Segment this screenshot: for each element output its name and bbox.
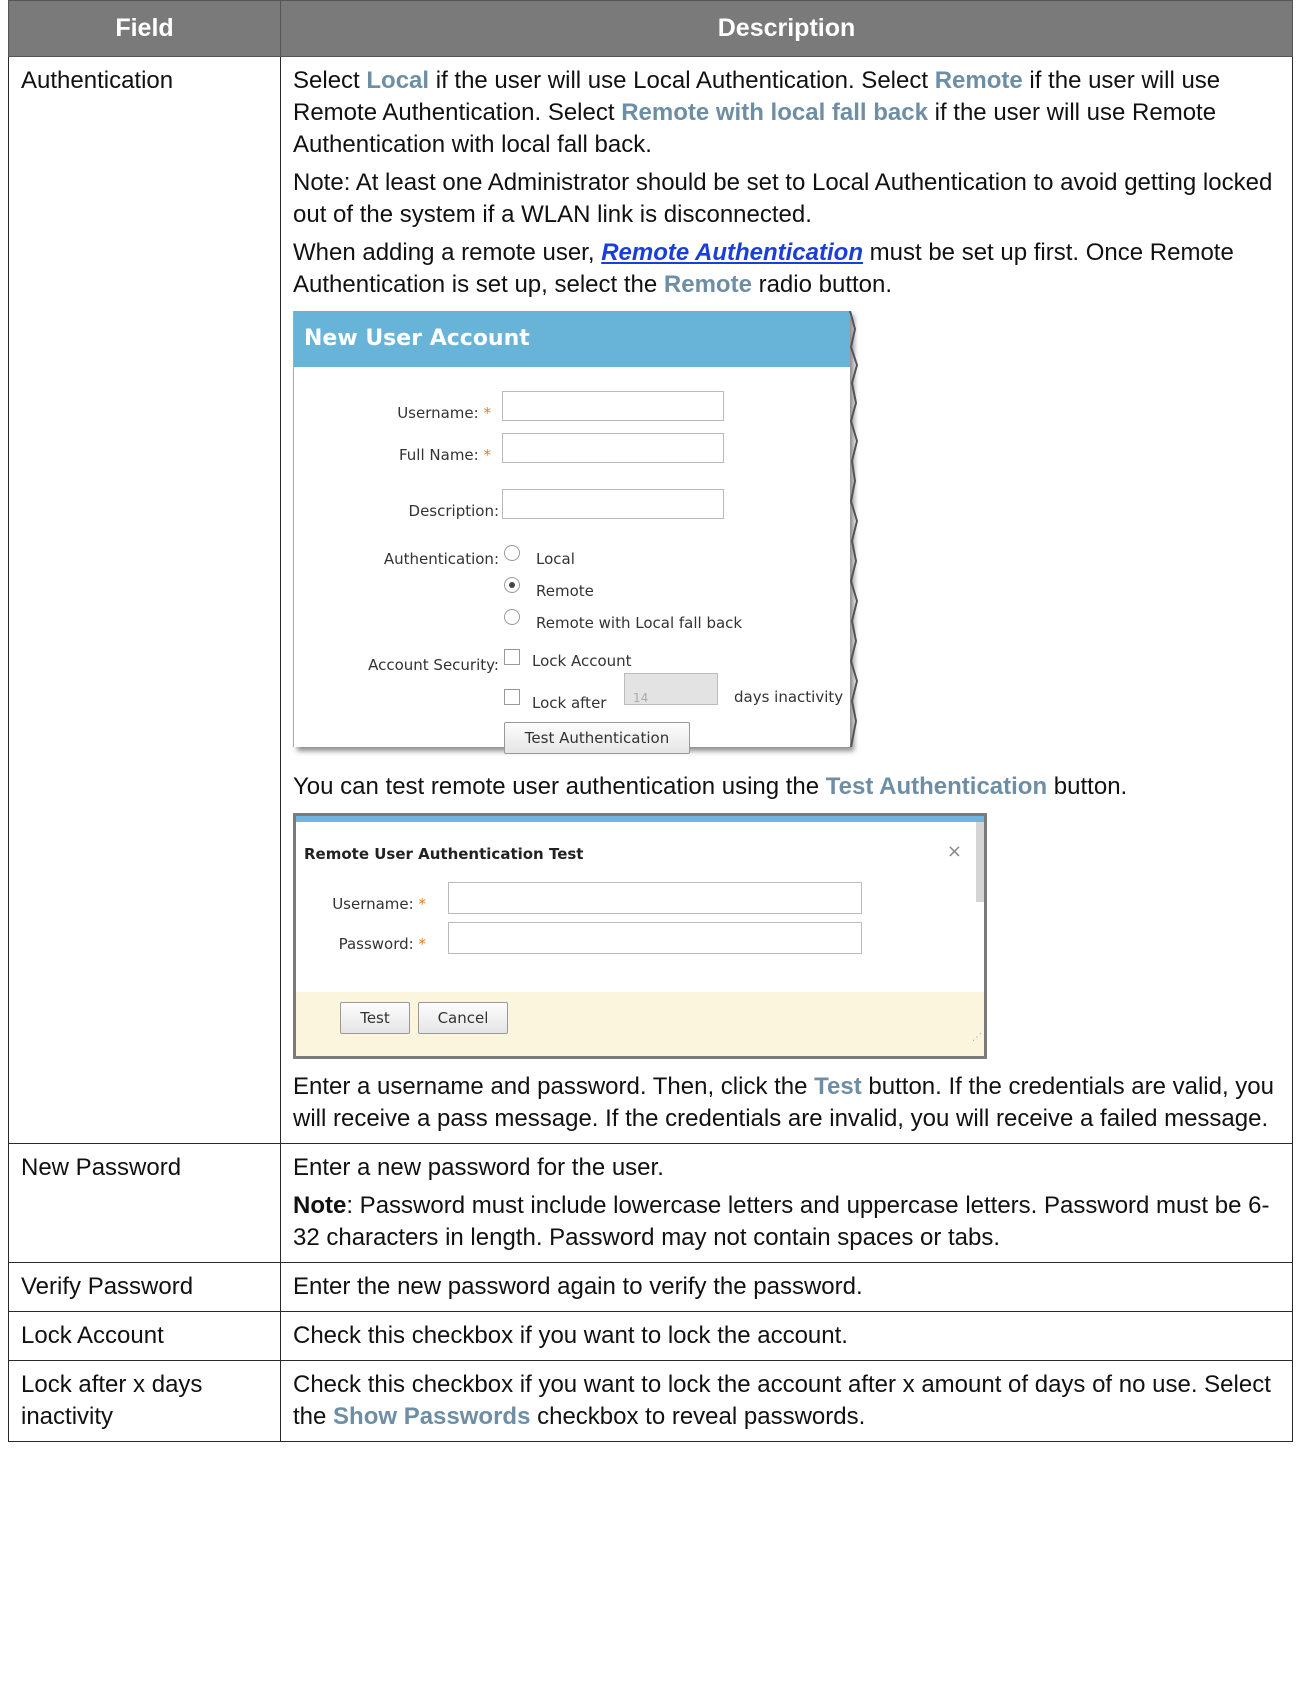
torn-edge-icon	[849, 311, 859, 747]
fullname-input[interactable]	[502, 433, 724, 463]
header-field: Field	[8, 0, 281, 57]
table-row: Authentication Select Local if the user …	[8, 56, 1293, 1144]
test-button[interactable]: Test	[340, 1002, 410, 1034]
lock-account-checkbox[interactable]	[504, 649, 520, 665]
remote-auth-test-dialog: Remote User Authentication Test × Userna…	[293, 813, 987, 1059]
description-lock-after: Check this checkbox if you want to lock …	[280, 1360, 1293, 1442]
field-lock-after: Lock after x days inactivity	[8, 1360, 281, 1442]
description-verify-password: Enter the new password again to verify t…	[280, 1262, 1293, 1312]
description-input[interactable]	[502, 489, 724, 519]
auth-paragraph-note: Note: At least one Administrator should …	[293, 169, 1273, 228]
field-verify-password: Verify Password	[8, 1262, 281, 1312]
radio-remote-fallback[interactable]	[504, 609, 520, 625]
new-user-account-title: New User Account	[294, 311, 850, 367]
dialog-title: Remote User Authentication Test	[304, 845, 584, 863]
auth-paragraph-5: Enter a username and password. Then, cli…	[293, 1073, 1274, 1132]
table-row: Verify Password Enter the new password a…	[8, 1262, 1293, 1312]
lock-after-checkbox[interactable]	[504, 689, 520, 705]
username-input[interactable]	[502, 391, 724, 421]
radio-local[interactable]	[504, 545, 520, 561]
table-header-row: Field Description	[8, 0, 1293, 57]
description-lock-account: Check this checkbox if you want to lock …	[280, 1311, 1293, 1361]
lock-account-label: Lock Account	[532, 652, 632, 670]
dialog-topbar	[296, 816, 984, 822]
highlight-show-passwords: Show Passwords	[333, 1403, 531, 1430]
auth-paragraph-4: You can test remote user authentication …	[293, 773, 1128, 800]
dialog-username-input[interactable]	[448, 882, 862, 914]
radio-remote-label: Remote	[536, 582, 594, 600]
required-icon: *	[483, 404, 492, 422]
field-authentication: Authentication	[8, 56, 281, 1144]
new-user-account-screenshot: New User Account Username: * Full Name: …	[293, 311, 863, 757]
lock-after-days-input[interactable]: 14	[624, 673, 718, 705]
dialog-footer: Test Cancel	[296, 992, 984, 1056]
table-row: Lock Account Check this checkbox if you …	[8, 1311, 1293, 1361]
remote-authentication-link[interactable]: Remote Authentication	[601, 239, 863, 266]
description-authentication: Select Local if the user will use Local …	[280, 56, 1293, 1144]
highlight-test: Test	[814, 1073, 862, 1100]
required-icon: *	[418, 935, 427, 953]
table-row: New Password Enter a new password for th…	[8, 1143, 1293, 1263]
fullname-label: Full Name: *	[398, 446, 492, 464]
table-row: Lock after x days inactivity Check this …	[8, 1360, 1293, 1442]
radio-remote-fallback-label: Remote with Local fall back	[536, 614, 743, 632]
dialog-password-input[interactable]	[448, 922, 862, 954]
dialog-scrollbar[interactable]	[976, 822, 984, 902]
test-authentication-button[interactable]: Test Authentication	[504, 722, 690, 754]
required-icon: *	[483, 446, 492, 464]
auth-paragraph-3: When adding a remote user, Remote Authen…	[293, 239, 1234, 298]
account-security-label: Account Security:	[368, 656, 499, 674]
cancel-button[interactable]: Cancel	[418, 1002, 508, 1034]
header-description: Description	[280, 0, 1293, 57]
field-new-password: New Password	[8, 1143, 281, 1263]
dialog-username-label: Username: *	[332, 895, 427, 913]
note-label: Note	[293, 1192, 347, 1219]
close-icon[interactable]: ×	[947, 836, 962, 868]
resize-grip-icon[interactable]: ⋰	[972, 1022, 982, 1054]
days-inactivity-label: days inactivity	[734, 688, 844, 706]
highlight-test-authentication: Test Authentication	[825, 773, 1048, 800]
description-new-password: Enter a new password for the user. Note:…	[280, 1143, 1293, 1263]
auth-paragraph-1: Select Local if the user will use Local …	[293, 67, 1221, 158]
new-user-account-panel: New User Account Username: * Full Name: …	[293, 311, 850, 754]
radio-remote[interactable]	[504, 577, 520, 593]
highlight-local: Local	[366, 67, 430, 94]
highlight-remote: Remote	[934, 67, 1023, 94]
highlight-remote-radio: Remote	[663, 271, 752, 298]
required-icon: *	[418, 895, 427, 913]
lock-after-label: Lock after	[532, 694, 607, 712]
dialog-password-label: Password: *	[338, 935, 427, 953]
username-label: Username: *	[397, 404, 492, 422]
highlight-remote-fallback: Remote with local fall back	[621, 99, 928, 126]
field-lock-account: Lock Account	[8, 1311, 281, 1361]
radio-local-label: Local	[536, 550, 575, 568]
field-description-table: Field Description Authentication Select …	[8, 0, 1293, 1442]
authentication-label: Authentication:	[383, 550, 499, 568]
description-label: Description:	[408, 502, 499, 520]
